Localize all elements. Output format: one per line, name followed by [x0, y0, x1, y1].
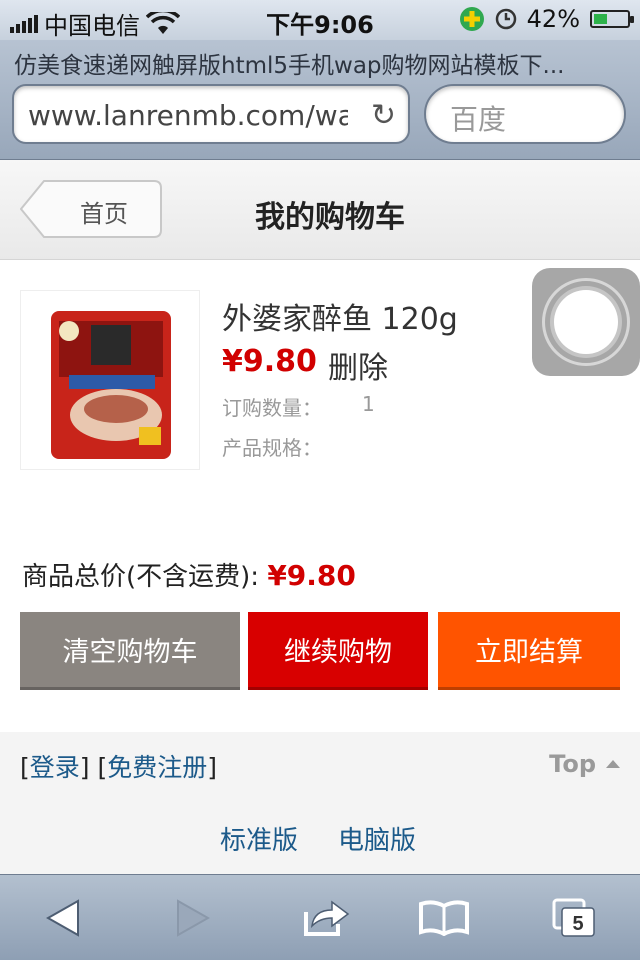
standard-version-link[interactable]: 标准版 [220, 820, 298, 857]
total-label: 商品总价(不含运费): [22, 562, 260, 592]
url-field[interactable]: www.lanrenmb.com/wap ↻ [12, 84, 410, 144]
spec-label: 产品规格： [222, 436, 322, 460]
footer-version-bar: 标准版 电脑版 [0, 796, 640, 874]
reload-icon[interactable]: ↻ [371, 98, 396, 133]
cart-total: 商品总价(不含运费): ¥9.80 [22, 556, 356, 593]
back-to-top-button[interactable]: Top [549, 750, 620, 778]
register-link[interactable]: 免费注册 [107, 753, 207, 782]
assistive-touch-button[interactable] [532, 268, 640, 376]
page-header: 首页 我的购物车 [0, 160, 640, 260]
desktop-version-link[interactable]: 电脑版 [338, 820, 416, 857]
forward-nav-button[interactable] [162, 893, 222, 943]
share-button[interactable] [294, 893, 354, 943]
security-app-icon [459, 7, 484, 31]
search-placeholder: 百度 [450, 103, 507, 136]
search-field[interactable]: 百度 [424, 84, 626, 144]
tab-count: 5 [572, 913, 583, 935]
share-icon [304, 900, 350, 936]
clock-icon [495, 8, 516, 30]
tabs-button[interactable]: 5 [544, 893, 604, 943]
book-icon [419, 900, 469, 936]
browser-chrome: 仿美食速递网触屏版html5手机wap购物网站模板下... www.lanren… [0, 40, 640, 160]
quantity-label: 订购数量： [222, 396, 322, 420]
delete-button[interactable]: 删除 [328, 343, 388, 387]
product-name[interactable]: 外婆家醉鱼 120g [222, 294, 458, 338]
assistive-touch-icon [554, 290, 618, 354]
caret-up-icon [606, 760, 620, 768]
login-link[interactable]: 登录 [30, 753, 80, 782]
product-price: ¥9.80 [222, 344, 317, 379]
arrow-right-icon [177, 899, 210, 937]
product-package-image [51, 311, 171, 459]
battery-icon [590, 10, 634, 28]
top-label: Top [549, 750, 596, 778]
footer-account-bar: [登录] [免费注册] Top [0, 732, 640, 796]
continue-shopping-button[interactable]: 继续购物 [248, 612, 428, 690]
account-links: [登录] [免费注册] [20, 753, 218, 782]
battery-percent: 42% [526, 5, 580, 33]
page-title: 我的购物车 [255, 200, 405, 235]
page-title-bar: 仿美食速递网触屏版html5手机wap购物网站模板下... [14, 53, 565, 79]
clear-cart-button[interactable]: 清空购物车 [20, 612, 240, 690]
product-image[interactable] [20, 290, 200, 470]
checkout-button[interactable]: 立即结算 [438, 612, 620, 690]
bookmarks-button[interactable] [414, 893, 474, 943]
tabs-icon: 5 [552, 898, 595, 937]
quantity-value: 1 [362, 392, 375, 416]
browser-toolbar: 5 [0, 874, 640, 960]
total-value: ¥9.80 [267, 559, 356, 592]
status-bar: 中国电信 下午9:06 42% [0, 0, 640, 40]
arrow-left-icon [46, 899, 79, 937]
url-text: www.lanrenmb.com/wap [28, 99, 348, 132]
back-nav-button[interactable] [34, 893, 94, 943]
